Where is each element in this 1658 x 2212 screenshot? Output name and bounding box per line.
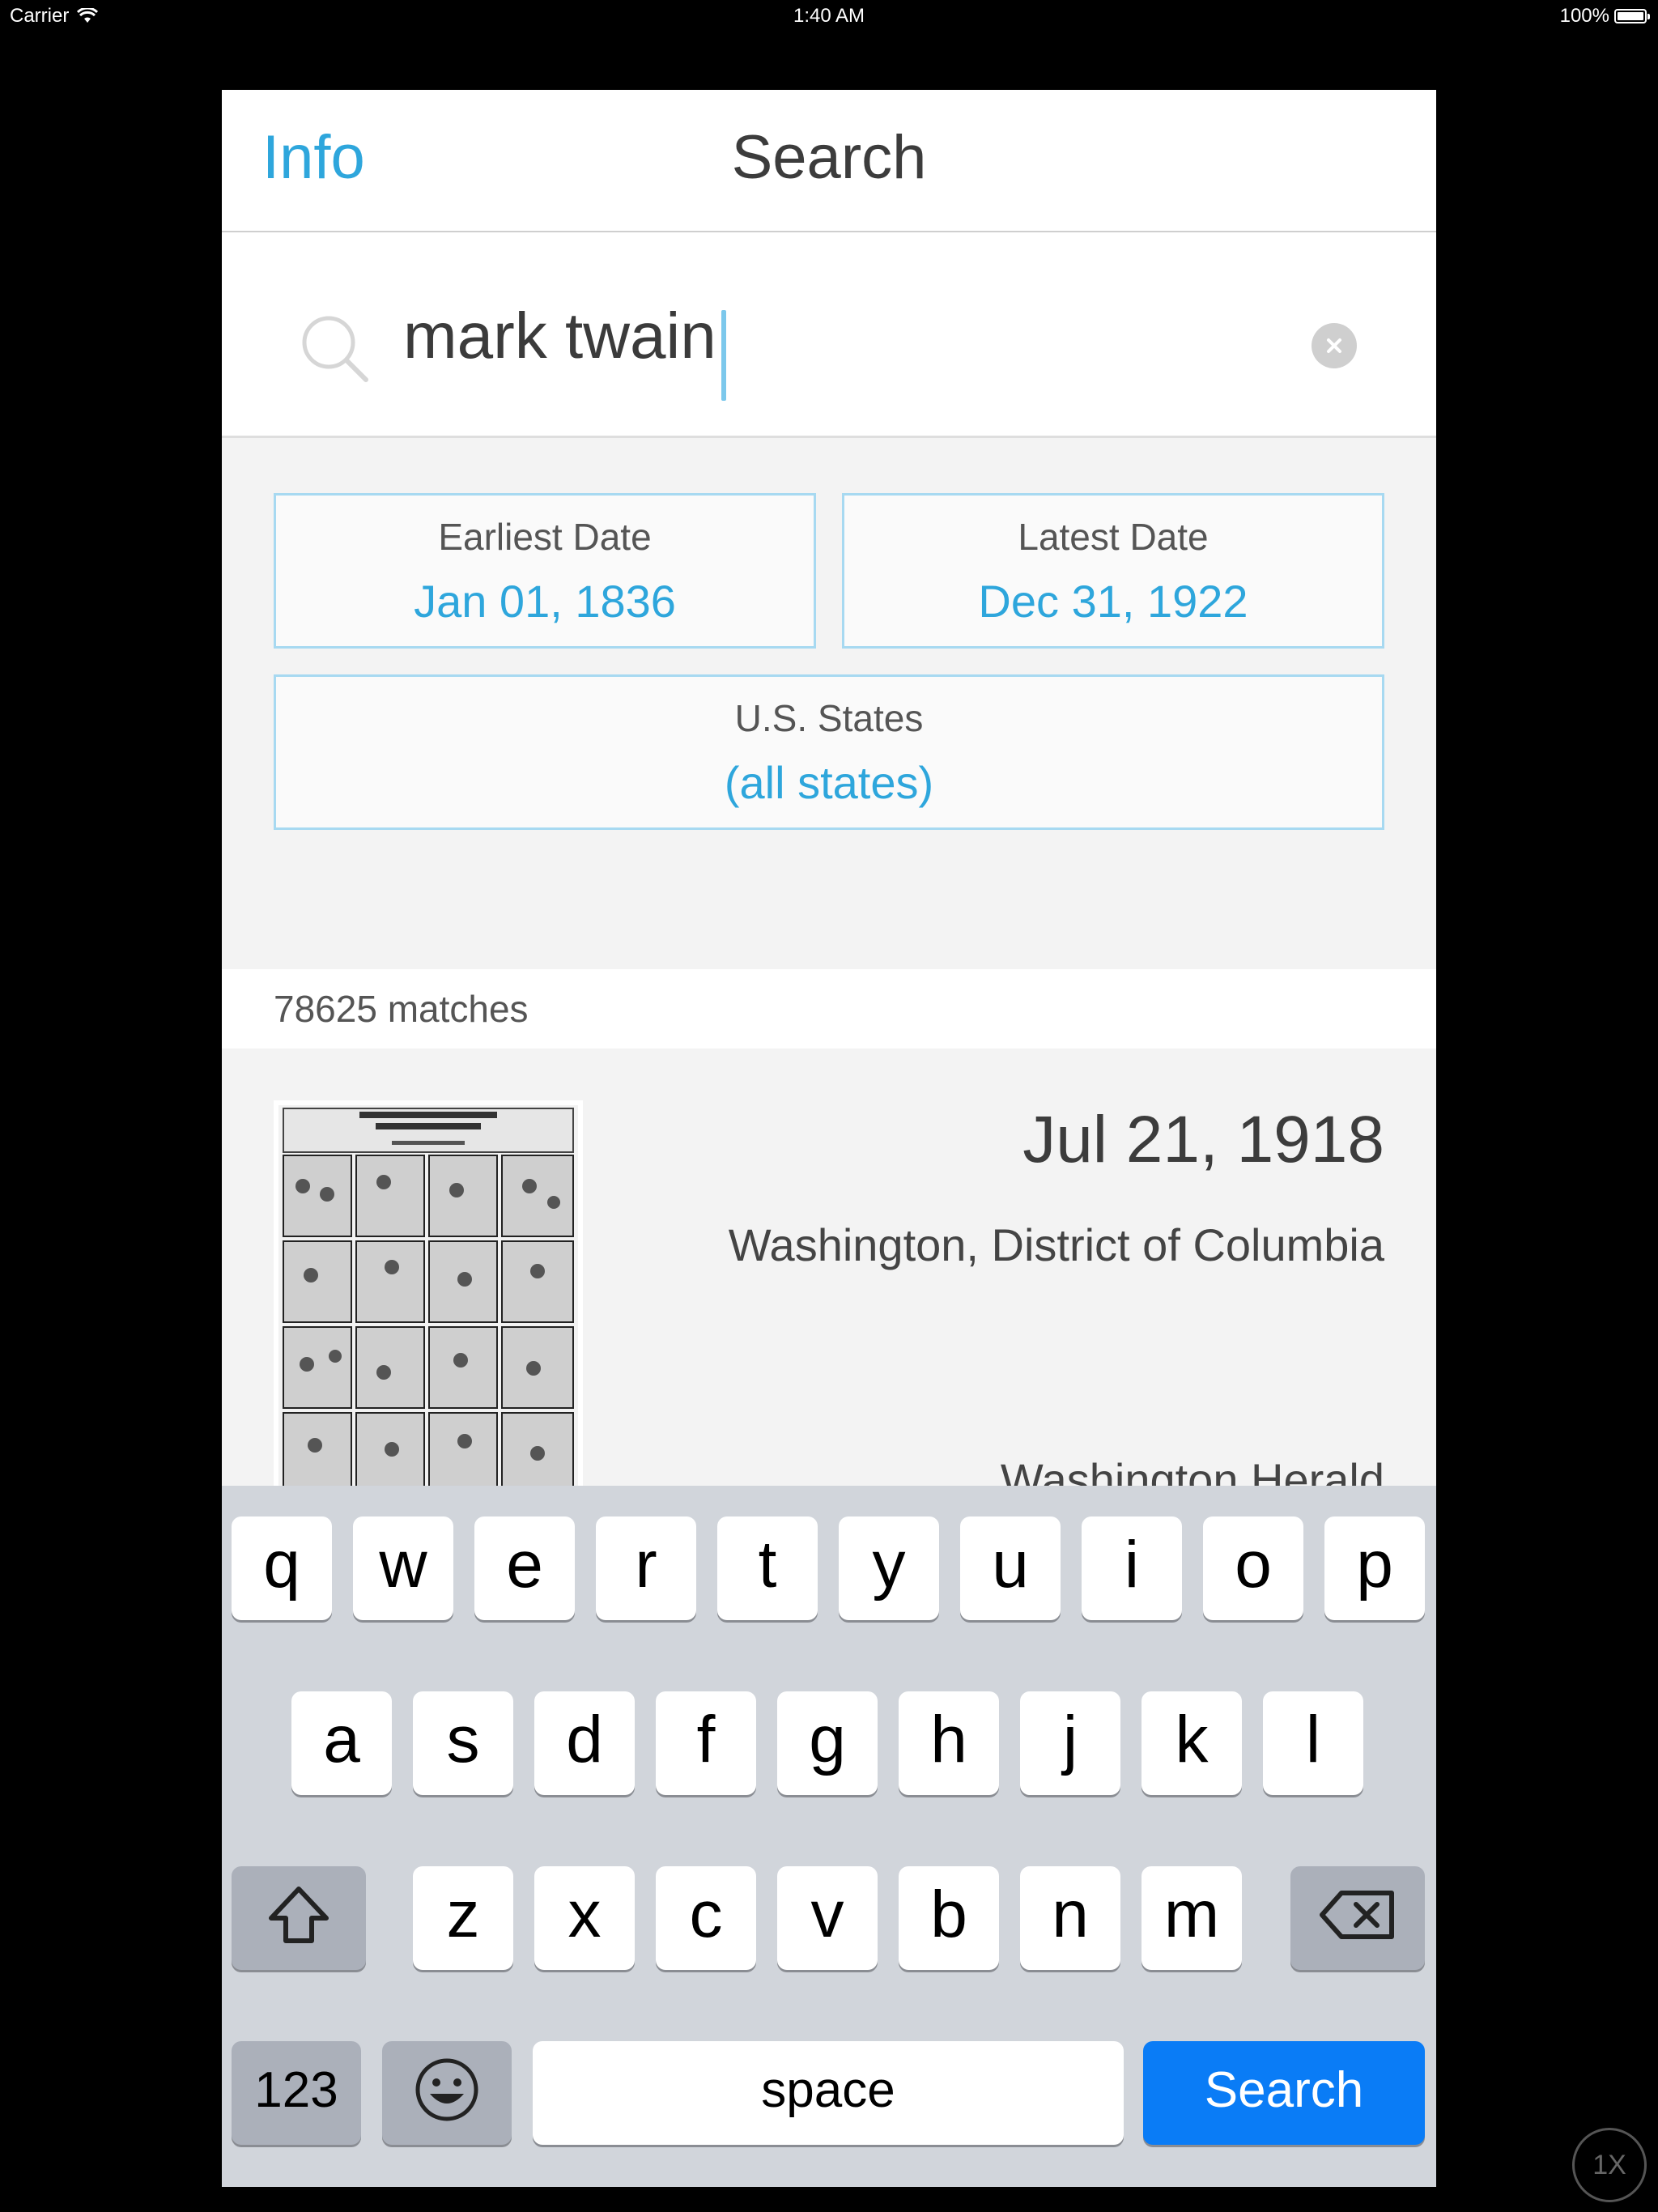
key-l[interactable]: l xyxy=(1263,1691,1363,1795)
key-b[interactable]: b xyxy=(899,1866,999,1970)
key-a[interactable]: a xyxy=(291,1691,392,1795)
search-input[interactable] xyxy=(403,279,1375,393)
search-bar xyxy=(222,232,1436,438)
comic-page-image xyxy=(278,1105,578,1510)
key-r[interactable]: r xyxy=(596,1516,696,1620)
key-j[interactable]: j xyxy=(1020,1691,1120,1795)
result-location: Washington, District of Columbia xyxy=(728,1219,1384,1270)
states-label: U.S. States xyxy=(734,697,924,739)
battery-status: 100% xyxy=(1559,5,1650,28)
search-icon xyxy=(302,316,368,382)
key-g[interactable]: g xyxy=(777,1691,878,1795)
search-key[interactable]: Search xyxy=(1143,2041,1425,2145)
states-button[interactable]: U.S. States (all states) xyxy=(274,674,1384,830)
states-value: (all states) xyxy=(724,757,934,808)
key-c[interactable]: c xyxy=(656,1866,756,1970)
key-s[interactable]: s xyxy=(413,1691,513,1795)
on-screen-keyboard: q w e r t y u i o p a s d f g h j k l z … xyxy=(222,1486,1436,2187)
key-f[interactable]: f xyxy=(656,1691,756,1795)
status-time: 1:40 AM xyxy=(793,5,865,27)
backspace-key[interactable] xyxy=(1290,1866,1425,1970)
earliest-date-button[interactable]: Earliest Date Jan 01, 1836 xyxy=(274,493,816,649)
newspaper-thumbnail xyxy=(274,1100,583,1515)
earliest-date-value: Jan 01, 1836 xyxy=(414,576,676,627)
delete-icon xyxy=(1320,1891,1394,1939)
shift-key[interactable] xyxy=(232,1866,366,1970)
page-title: Search xyxy=(731,123,927,192)
key-p[interactable]: p xyxy=(1324,1516,1425,1620)
numbers-key[interactable]: 123 xyxy=(232,2041,361,2145)
key-z[interactable]: z xyxy=(413,1866,513,1970)
key-w[interactable]: w xyxy=(353,1516,453,1620)
zoom-indicator[interactable]: 1X xyxy=(1572,2128,1647,2202)
battery-percent: 100% xyxy=(1559,5,1609,27)
latest-date-value: Dec 31, 1922 xyxy=(978,576,1248,627)
text-cursor xyxy=(721,310,726,401)
clear-search-button[interactable] xyxy=(1312,323,1357,368)
latest-date-label: Latest Date xyxy=(1018,516,1209,558)
key-o[interactable]: o xyxy=(1203,1516,1303,1620)
emoji-icon xyxy=(415,2058,478,2121)
key-v[interactable]: v xyxy=(777,1866,878,1970)
search-screen: Info Search Earliest Date Jan 01, 1836 L… xyxy=(222,90,1436,2187)
key-x[interactable]: x xyxy=(534,1866,635,1970)
earliest-date-label: Earliest Date xyxy=(438,516,652,558)
status-bar: Carrier 1:40 AM 100% xyxy=(0,0,1658,32)
key-e[interactable]: e xyxy=(474,1516,575,1620)
key-h[interactable]: h xyxy=(899,1691,999,1795)
battery-icon xyxy=(1614,9,1650,23)
emoji-key[interactable] xyxy=(382,2041,512,2145)
key-t[interactable]: t xyxy=(717,1516,818,1620)
navigation-bar: Info Search xyxy=(222,90,1436,232)
space-key[interactable]: space xyxy=(533,2041,1124,2145)
clear-icon xyxy=(1327,338,1341,353)
match-count: 78625 matches xyxy=(274,988,529,1030)
key-n[interactable]: n xyxy=(1020,1866,1120,1970)
key-u[interactable]: u xyxy=(960,1516,1061,1620)
key-i[interactable]: i xyxy=(1082,1516,1182,1620)
key-d[interactable]: d xyxy=(534,1691,635,1795)
shift-icon xyxy=(269,1887,329,1943)
key-m[interactable]: m xyxy=(1141,1866,1242,1970)
key-q[interactable]: q xyxy=(232,1516,332,1620)
key-y[interactable]: y xyxy=(839,1516,939,1620)
key-k[interactable]: k xyxy=(1141,1691,1242,1795)
latest-date-button[interactable]: Latest Date Dec 31, 1922 xyxy=(842,493,1384,649)
result-date: Jul 21, 1918 xyxy=(1022,1103,1384,1176)
match-count-bar: 78625 matches xyxy=(222,969,1436,1049)
